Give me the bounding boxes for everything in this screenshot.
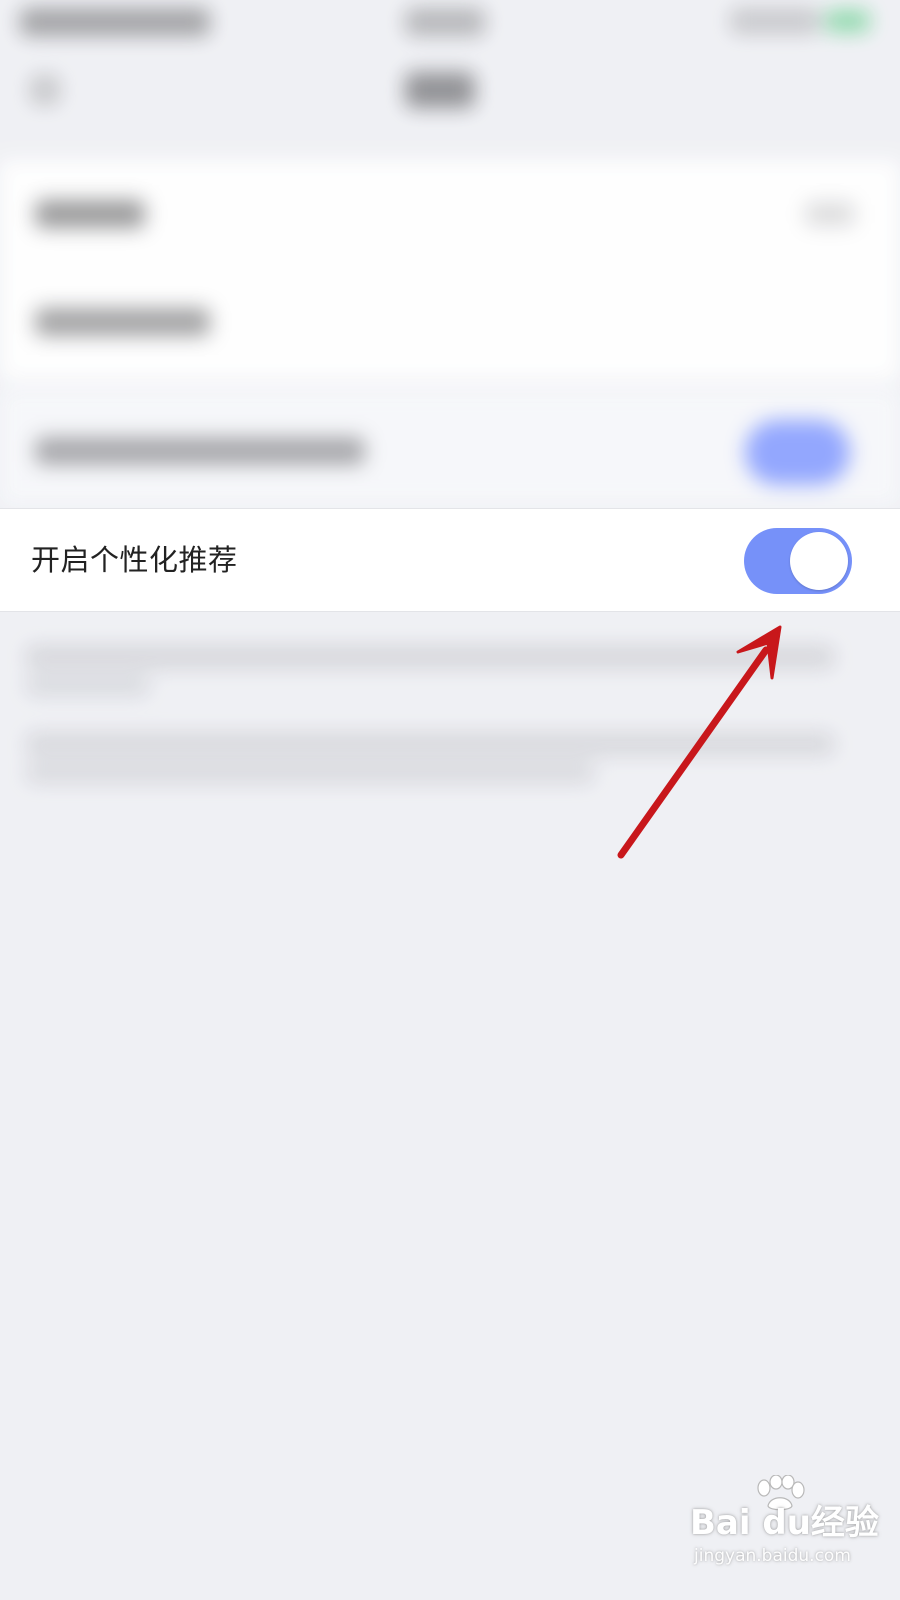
blurred-status-bar-right — [730, 8, 820, 34]
watermark-brand-text: Bai du经验 — [690, 1503, 879, 1543]
blurred-description-text — [25, 676, 150, 696]
blurred-setting-row-label — [35, 200, 145, 228]
blurred-page-title — [405, 72, 475, 108]
blurred-battery-icon — [825, 10, 870, 32]
annotation-arrow-icon — [617, 625, 782, 859]
blurred-back-icon — [30, 75, 60, 105]
blurred-description-text — [25, 762, 595, 784]
blurred-background — [0, 0, 900, 900]
blurred-setting-row-label — [35, 308, 210, 336]
blurred-setting-row-label — [35, 437, 365, 465]
baidu-jingyan-watermark: Bai du经验 jingyan.baidu.com — [690, 1475, 879, 1575]
blurred-description-text — [25, 732, 835, 756]
blurred-toggle-switch — [745, 420, 850, 485]
baidu-paw-logo-icon — [757, 1475, 805, 1511]
blurred-setting-row — [0, 390, 900, 505]
setting-label: 开启个性化推荐 — [31, 543, 238, 577]
personalized-recommendation-row[interactable]: 开启个性化推荐 — [0, 508, 900, 612]
annotation-arrow-head — [736, 625, 782, 680]
personalized-recommendation-toggle[interactable] — [744, 528, 852, 594]
blurred-setting-row-value — [805, 202, 855, 226]
blurred-settings-card — [0, 160, 900, 380]
blurred-status-bar-time — [405, 8, 485, 36]
toggle-knob — [790, 532, 848, 590]
blurred-description-text — [25, 645, 835, 669]
watermark-url-text: jingyan.baidu.com — [694, 1546, 851, 1566]
annotation-arrow-shaft — [617, 646, 770, 859]
blurred-status-bar-left — [20, 8, 210, 36]
settings-screen: 开启个性化推荐 Bai du经验 jingyan.baidu.com — [0, 0, 900, 1600]
